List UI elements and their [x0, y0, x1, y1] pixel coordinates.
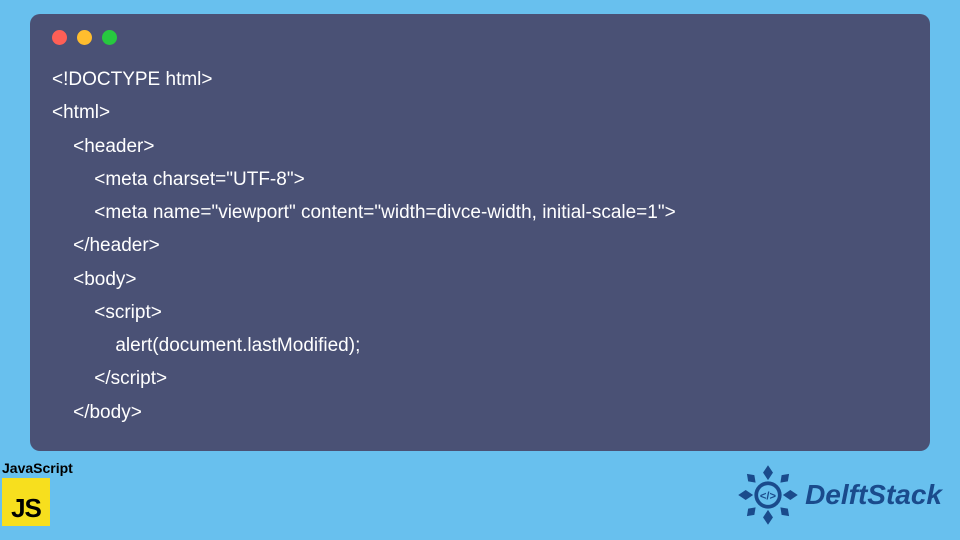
- delftstack-name: DelftStack: [805, 479, 942, 511]
- code-block: <!DOCTYPE html> <html> <header> <meta ch…: [52, 63, 908, 429]
- minimize-dot-icon: [77, 30, 92, 45]
- svg-text:</>: </>: [760, 490, 777, 502]
- javascript-badge: JavaScript JS: [2, 460, 73, 526]
- javascript-label: JavaScript: [2, 460, 73, 476]
- delftstack-logo-icon: </>: [737, 464, 799, 526]
- maximize-dot-icon: [102, 30, 117, 45]
- code-window: <!DOCTYPE html> <html> <header> <meta ch…: [30, 14, 930, 451]
- delftstack-brand: </> DelftStack: [737, 464, 942, 526]
- javascript-logo-text: JS: [11, 493, 41, 524]
- close-dot-icon: [52, 30, 67, 45]
- window-controls: [52, 30, 908, 45]
- javascript-logo-icon: JS: [2, 478, 50, 526]
